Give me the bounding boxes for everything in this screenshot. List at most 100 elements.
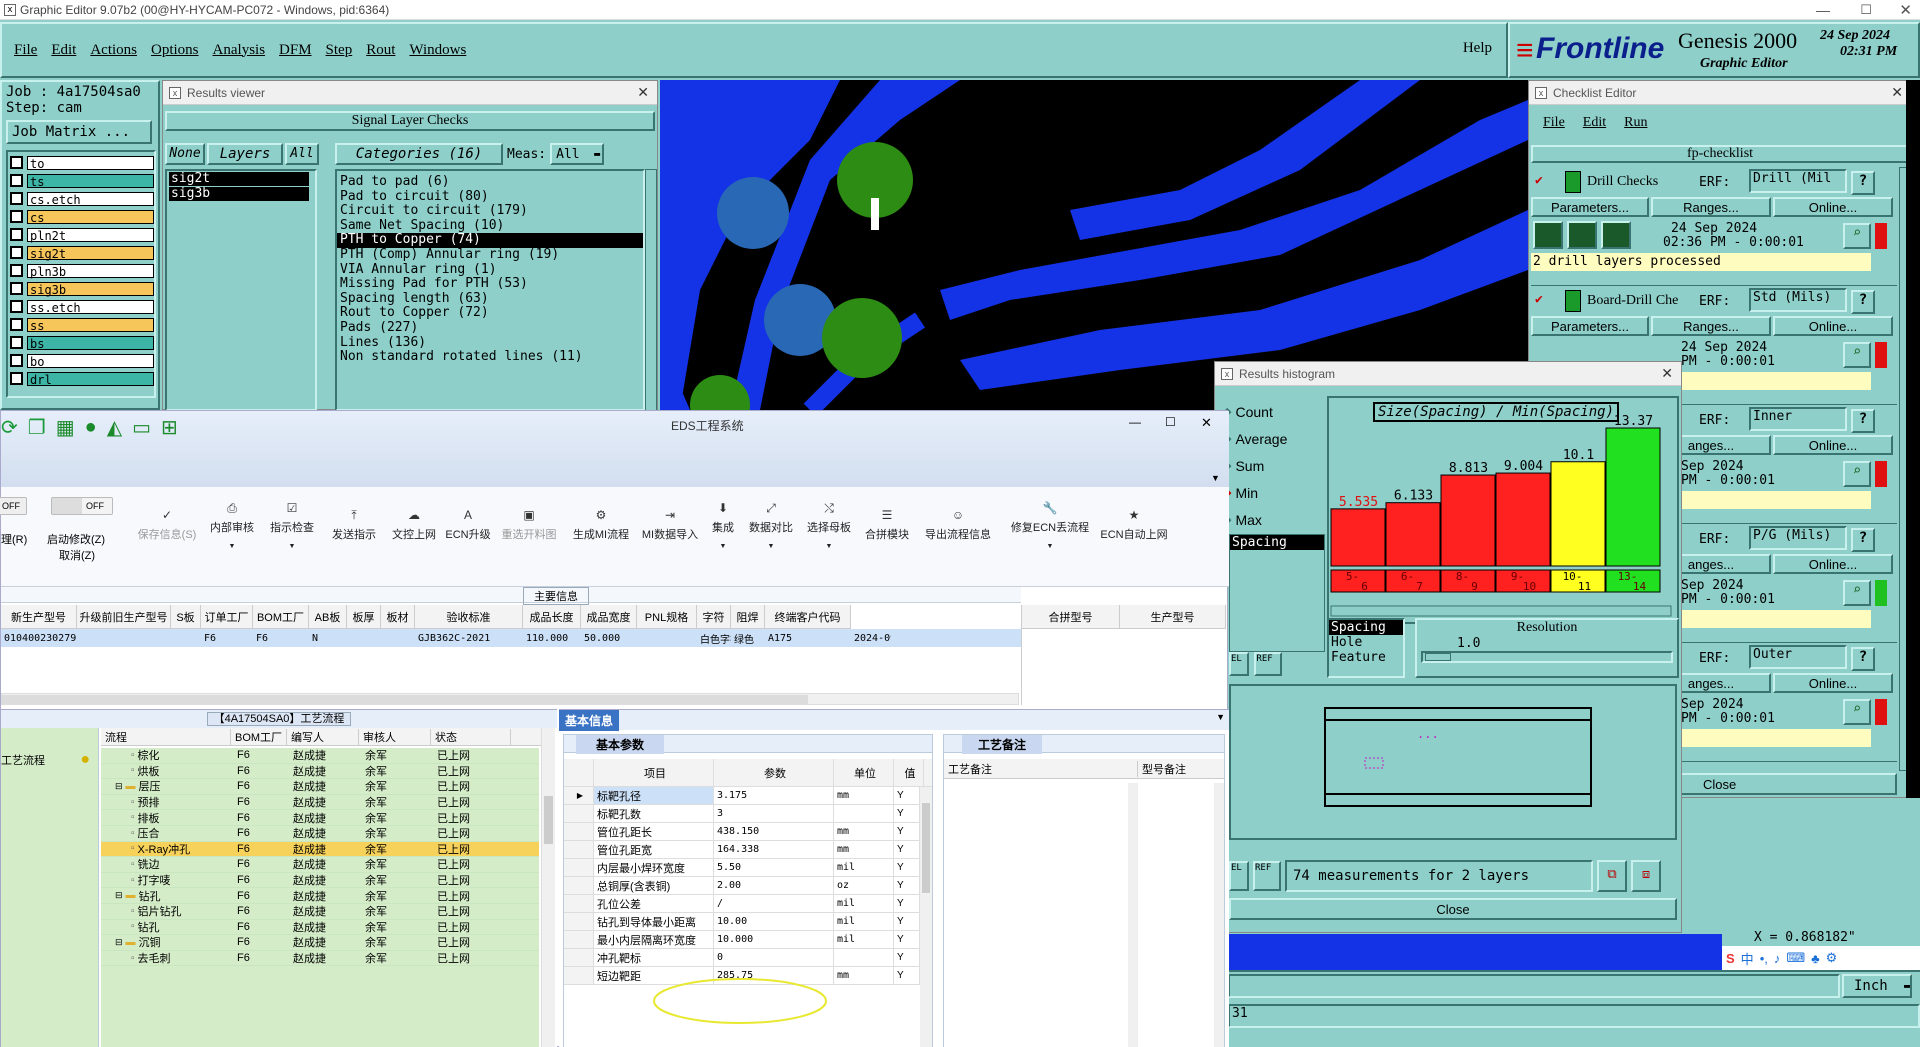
layer-name[interactable]: ss — [27, 317, 154, 333]
layer-name[interactable]: sig2t — [27, 245, 154, 261]
main-grid-row[interactable]: 010400230279 F6 F6 N GJB362C-2021 110.000 50.0… — [1, 629, 1021, 647]
eds-collapse-icon[interactable]: ▼ — [1211, 473, 1220, 483]
layer-row[interactable]: sig2t — [8, 244, 154, 261]
erf-field[interactable]: Inner — [1749, 407, 1847, 431]
param-value[interactable]: 10.00 — [714, 913, 834, 930]
layer-row[interactable]: ts — [8, 172, 154, 189]
grid-cell[interactable] — [171, 629, 201, 647]
flow-row[interactable]: ▫ 预排 F6 赵成捷 余军 已上网 — [101, 795, 539, 811]
parameters-button[interactable]: Parameters... — [1531, 316, 1649, 336]
histogram-close-button[interactable]: Close — [1229, 898, 1677, 920]
toolbar-button[interactable]: 🔧 修复ECN丢流程 ▼ — [1001, 501, 1099, 550]
erf-field[interactable]: Drill (Mil — [1749, 169, 1847, 193]
online-button[interactable]: Online... — [1773, 435, 1893, 455]
checklist-menu-edit[interactable]: Edit — [1583, 115, 1606, 131]
grid-cell[interactable]: A175 — [765, 629, 851, 647]
toolbar-button[interactable]: A ECN升级 — [443, 508, 493, 542]
menu-edit[interactable]: Edit — [51, 42, 76, 59]
toolbar-button[interactable]: ☺ 导出流程信息 — [915, 508, 1001, 542]
grid-cell[interactable]: 50.000 — [581, 629, 637, 647]
grid-cell[interactable]: 白色字符 — [697, 629, 731, 647]
notes-tab[interactable]: 工艺备注 — [962, 735, 1043, 754]
ref-icon-2[interactable]: REF — [1253, 861, 1281, 891]
layer-row[interactable]: cs — [8, 208, 154, 225]
quick-copy-icon[interactable]: ❐ — [28, 415, 46, 440]
erf-field[interactable]: P/G (Mils) — [1749, 526, 1847, 550]
basic-info-tab[interactable]: 基本信息 — [559, 710, 620, 731]
menu-actions[interactable]: Actions — [90, 42, 137, 59]
toolbar-button[interactable]: ⇥ MI数据导入 — [637, 508, 703, 542]
param-value[interactable]: 3 — [714, 805, 834, 822]
param-row[interactable]: 管位孔距宽 164.338 mm Y — [564, 841, 932, 859]
menu-file[interactable]: File — [14, 42, 37, 59]
param-row[interactable]: 冲孔靶标 0 Y — [564, 949, 932, 967]
zoom-out-icon[interactable]: ⧈ — [1631, 860, 1661, 892]
zoom-results-icon[interactable]: ⌕ — [1843, 342, 1871, 368]
quick-grid-icon[interactable]: ▦ — [56, 415, 75, 440]
meas-dropdown[interactable]: All ▬ — [550, 143, 605, 165]
grid-col-header[interactable]: 成品宽度 — [581, 605, 637, 629]
param-value[interactable]: / — [714, 895, 834, 912]
histogram-bar[interactable] — [1495, 472, 1551, 567]
histogram-bar[interactable] — [1385, 502, 1441, 567]
param-row[interactable]: 钻孔到导体最小距离 10.00 mil Y — [564, 913, 932, 931]
checklist-menu-file[interactable]: File — [1543, 115, 1565, 131]
check-enable-checkbox[interactable]: ✔ — [1535, 173, 1543, 188]
grid-col-header[interactable]: 板厚 — [347, 605, 381, 629]
histogram-bar[interactable] — [1605, 427, 1661, 567]
resolution-slider-thumb[interactable] — [1425, 653, 1451, 661]
run-icon[interactable] — [1533, 221, 1563, 249]
flow-row[interactable]: ▫ 铣边 F6 赵成捷 余军 已上网 — [101, 857, 539, 873]
toggle-1[interactable]: OFF — [0, 497, 27, 515]
grid-col-header[interactable]: AB板 — [309, 605, 347, 629]
zoom-results-icon[interactable]: ⌕ — [1843, 580, 1871, 606]
job-matrix-button[interactable]: Job Matrix ... — [6, 120, 152, 144]
category-item[interactable]: Lines (136) — [337, 335, 643, 351]
param-row[interactable]: 最小内层隔离环宽度 10.000 mil Y — [564, 931, 932, 949]
grid-col-header[interactable]: 阻焊 — [731, 605, 765, 629]
toolbar-button[interactable]: ⤢ 数据对比 ▼ — [743, 501, 799, 550]
flow-row[interactable]: ▫ X-Ray冲孔 F6 赵成捷 余军 已上网 — [101, 841, 539, 858]
layer-checkbox[interactable] — [10, 156, 23, 169]
main-grid-hscroll[interactable] — [1, 693, 1019, 705]
run-all-icon[interactable] — [1567, 221, 1597, 249]
category-item[interactable]: Missing Pad for PTH (53) — [337, 277, 643, 292]
param-value[interactable]: 164.338 — [714, 841, 834, 858]
category-item[interactable]: Spacing length (63) — [337, 291, 643, 307]
layer-row[interactable]: bo — [8, 352, 154, 369]
expand-icon[interactable]: ⊟ — [115, 890, 123, 901]
check-enable-checkbox[interactable]: ✔ — [1535, 292, 1543, 307]
ime-mode-icon[interactable]: 中 — [1741, 949, 1754, 968]
categories-button[interactable]: Categories (16) — [335, 143, 503, 165]
checklist-menu-run[interactable]: Run — [1624, 115, 1647, 131]
ime-logo-icon[interactable]: S — [1726, 951, 1735, 966]
erf-field[interactable]: Std (Mils) — [1749, 288, 1847, 312]
ime-keyboard-icon[interactable]: ⌨ — [1786, 950, 1805, 966]
grid-col-header[interactable]: 新生产型号 — [1, 605, 77, 629]
help-button[interactable]: ? — [1851, 528, 1875, 552]
online-button[interactable]: Online... — [1773, 197, 1893, 217]
main-grid-hscroll-thumb[interactable] — [2, 695, 808, 704]
flow-row[interactable]: ▫ 烘板 F6 赵成捷 余军 已上网 — [101, 764, 539, 780]
eds-minimize-icon[interactable]: — — [1129, 415, 1141, 429]
category-item[interactable]: Same Net Spacing (10) — [337, 218, 643, 234]
toolbar-button[interactable]: ☰ 合拼模块 — [859, 508, 915, 542]
layer-name[interactable]: sig3b — [27, 281, 154, 297]
grid-col-header[interactable]: 订单工厂 — [201, 605, 253, 629]
command-field[interactable] — [1228, 974, 1840, 998]
category-item[interactable]: Pads (227) — [337, 320, 643, 336]
stat-option[interactable]: ◆Max — [1223, 506, 1323, 533]
param-value[interactable]: 438.150 — [714, 823, 834, 840]
quick-windows-icon[interactable]: ⊞ — [161, 415, 178, 440]
layer-checkbox[interactable] — [10, 174, 23, 187]
flow-row[interactable]: ▫ 棕化 F6 赵成捷 余军 已上网 — [101, 748, 539, 764]
layer-checkbox[interactable] — [10, 192, 23, 205]
eds-maximize-icon[interactable]: ☐ — [1165, 415, 1176, 429]
ime-mic-icon[interactable]: ♪ — [1774, 951, 1781, 966]
all-layers-button[interactable]: All — [285, 143, 319, 165]
ime-skin-icon[interactable]: ♣ — [1811, 951, 1820, 966]
help-button[interactable]: ? — [1851, 409, 1875, 433]
flow-col-header[interactable]: 审核人 — [359, 728, 431, 745]
sel-icon[interactable]: EL — [1229, 652, 1249, 676]
expand-icon[interactable]: ⊟ — [115, 781, 123, 792]
